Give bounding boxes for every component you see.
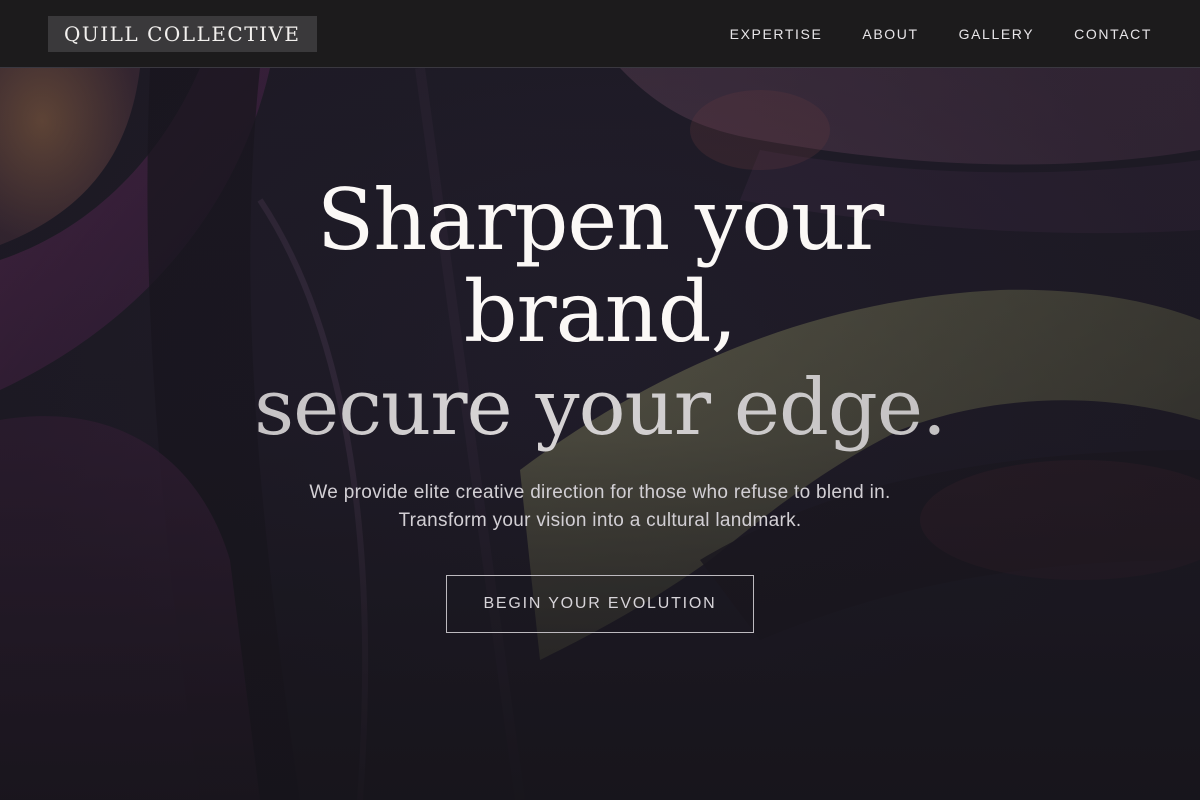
top-navigation-bar: QUILL COLLECTIVE EXPERTISE ABOUT GALLERY… — [0, 0, 1200, 68]
brand-logo[interactable]: QUILL COLLECTIVE — [48, 16, 317, 52]
nav-link-gallery[interactable]: GALLERY — [959, 26, 1035, 42]
hero-headline-line-2: brand, — [463, 263, 738, 361]
hero-section: Sharpen your brand, secure your edge. We… — [0, 68, 1200, 800]
main-nav: EXPERTISE ABOUT GALLERY CONTACT — [730, 0, 1152, 68]
nav-link-expertise[interactable]: EXPERTISE — [730, 26, 823, 42]
hero-headline-line-3: secure your edge. — [100, 358, 1100, 458]
hero-subtitle-line-1: We provide elite creative direction for … — [309, 482, 891, 503]
landing-page: QUILL COLLECTIVE EXPERTISE ABOUT GALLERY… — [0, 0, 1200, 800]
hero-subtitle-line-2: Transform your vision into a cultural la… — [398, 510, 802, 531]
nav-link-contact[interactable]: CONTACT — [1074, 26, 1152, 42]
begin-evolution-button[interactable]: BEGIN YOUR EVOLUTION — [446, 575, 754, 633]
hero-headline-line-1: Sharpen your — [316, 171, 884, 269]
nav-link-about[interactable]: ABOUT — [862, 26, 918, 42]
